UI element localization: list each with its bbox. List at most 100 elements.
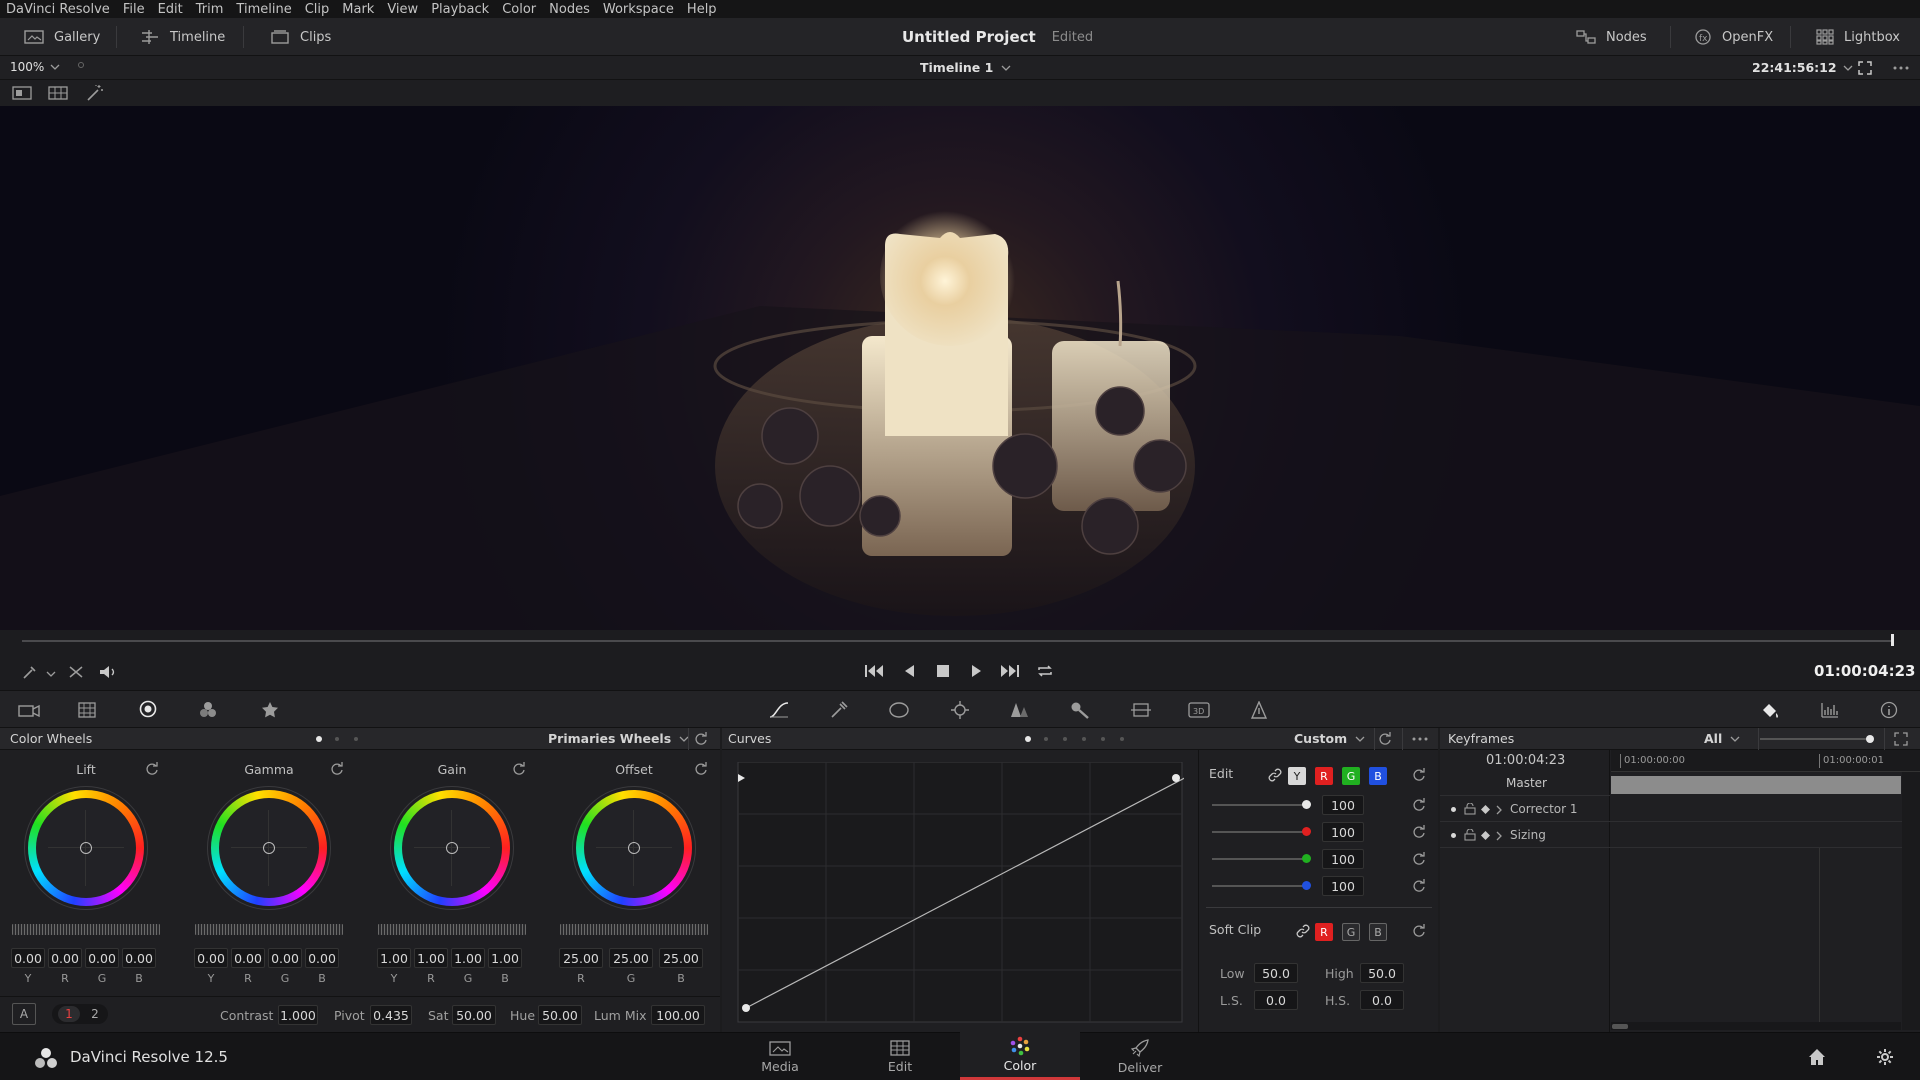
split-view-icon[interactable]	[48, 86, 68, 100]
keyframe-zoom-handle[interactable]	[1866, 735, 1874, 743]
color-wheel-gamma[interactable]	[207, 786, 331, 910]
track-enabled-dot[interactable]	[1451, 833, 1456, 838]
playhead[interactable]	[1891, 634, 1894, 646]
curve-point-white[interactable]	[1172, 774, 1180, 782]
softclip-channel-b[interactable]: B	[1369, 923, 1387, 941]
keyframe-diamond-icon[interactable]	[1481, 831, 1490, 840]
lock-icon[interactable]	[1464, 803, 1476, 815]
page-dot[interactable]	[1063, 737, 1067, 741]
blur-icon[interactable]	[1010, 701, 1030, 719]
viewer-canvas[interactable]	[0, 106, 1920, 630]
color-wheels-icon[interactable]	[139, 700, 157, 718]
hue-field[interactable]: 50.00	[538, 1005, 582, 1025]
page-color[interactable]: Color	[960, 1032, 1080, 1080]
go-to-start-icon[interactable]	[864, 663, 886, 679]
color-match-icon[interactable]	[78, 702, 96, 718]
link-icon[interactable]	[1296, 924, 1310, 938]
menu-color[interactable]: Color	[502, 2, 536, 17]
reset-all-icon[interactable]	[694, 732, 708, 746]
offset-g-field[interactable]: 25.00	[609, 948, 653, 968]
magic-wand-icon[interactable]	[86, 84, 104, 102]
fullscreen-icon[interactable]	[1858, 61, 1872, 75]
track-enabled-dot[interactable]	[1451, 807, 1456, 812]
power-window-icon[interactable]	[888, 701, 910, 719]
menu-clip[interactable]: Clip	[305, 2, 330, 17]
timeline-button[interactable]: Timeline	[140, 18, 225, 56]
speaker-icon[interactable]	[98, 664, 118, 680]
bypass-icon[interactable]	[68, 665, 84, 679]
paint-bucket-icon[interactable]	[1760, 701, 1780, 719]
gamma-r-field[interactable]: 0.00	[231, 948, 265, 968]
reset-icon[interactable]	[1412, 924, 1426, 938]
expand-icon[interactable]	[1894, 732, 1908, 746]
menu-trim[interactable]: Trim	[196, 2, 224, 17]
page-dot[interactable]	[1044, 737, 1048, 741]
link-icon[interactable]	[1268, 768, 1282, 782]
high-field[interactable]: 50.0	[1360, 963, 1404, 983]
tracker-icon[interactable]	[950, 700, 970, 720]
intensity-handle-r[interactable]	[1302, 827, 1311, 836]
master-track-bar[interactable]	[1611, 776, 1901, 794]
lift-b-field[interactable]: 0.00	[122, 948, 156, 968]
menu-mark[interactable]: Mark	[342, 2, 374, 17]
reset-icon[interactable]	[1412, 852, 1426, 866]
menu-help[interactable]: Help	[687, 2, 717, 17]
curve-point-black[interactable]	[742, 1004, 750, 1012]
offset-r-field[interactable]: 25.00	[559, 948, 603, 968]
menu-playback[interactable]: Playback	[431, 2, 489, 17]
lift-y-field[interactable]: 0.00	[11, 948, 45, 968]
reset-icon[interactable]	[1412, 768, 1426, 782]
reset-icon[interactable]	[1412, 825, 1426, 839]
gain-g-field[interactable]: 1.00	[451, 948, 485, 968]
lift-r-field[interactable]: 0.00	[48, 948, 82, 968]
single-view-icon[interactable]	[12, 86, 32, 100]
chevron-right-icon[interactable]	[1495, 805, 1503, 815]
timeline-selector[interactable]: Timeline 1	[920, 60, 1011, 75]
keyframe-diamond-icon[interactable]	[1481, 805, 1490, 814]
menu-timeline[interactable]: Timeline	[236, 2, 291, 17]
wheels-mode-dropdown[interactable]: Primaries Wheels	[548, 731, 689, 746]
pivot-field[interactable]: 0.435	[370, 1005, 412, 1025]
qualifier-icon[interactable]	[830, 701, 848, 719]
gain-y-field[interactable]: 1.00	[377, 948, 411, 968]
auto-balance-button[interactable]: A	[12, 1003, 36, 1025]
reset-icon[interactable]	[512, 762, 526, 776]
menu-nodes[interactable]: Nodes	[549, 2, 590, 17]
curves-mode-dropdown[interactable]: Custom	[1294, 731, 1365, 746]
gallery-button[interactable]: Gallery	[24, 18, 100, 56]
page-deliver[interactable]: Deliver	[1080, 1032, 1200, 1080]
eyedropper-icon[interactable]	[22, 664, 40, 680]
intensity-handle-y[interactable]	[1302, 800, 1311, 809]
page-dot[interactable]	[354, 737, 358, 741]
reset-icon[interactable]	[1412, 798, 1426, 812]
loop-icon[interactable]	[1036, 663, 1054, 679]
curves-tool-icon[interactable]	[768, 701, 790, 719]
menu-app[interactable]: DaVinci Resolve	[6, 2, 110, 17]
master-wheel-lift[interactable]	[12, 924, 160, 935]
stop-icon[interactable]	[936, 664, 950, 678]
zoom-dropdown[interactable]: 100%	[10, 60, 60, 74]
softclip-channel-r[interactable]: R	[1315, 923, 1333, 941]
sizing-icon[interactable]	[1130, 701, 1152, 719]
gamma-b-field[interactable]: 0.00	[305, 948, 339, 968]
play-icon[interactable]	[970, 664, 984, 678]
data-burn-icon[interactable]	[1250, 701, 1268, 719]
keyframes-scrollbar[interactable]	[1611, 1022, 1901, 1030]
go-to-end-icon[interactable]	[998, 663, 1020, 679]
stereo-3d-icon[interactable]: 3D	[1188, 701, 1210, 719]
page-dot[interactable]	[1101, 737, 1105, 741]
wheels-page-2-button[interactable]: 2	[84, 1006, 106, 1022]
page-dot-active[interactable]	[316, 736, 322, 742]
intensity-b-field[interactable]: 100	[1322, 876, 1364, 896]
lightbox-button[interactable]: Lightbox	[1816, 18, 1900, 56]
reset-icon[interactable]	[330, 762, 344, 776]
reset-all-icon[interactable]	[1378, 732, 1392, 746]
rgb-mixer-icon[interactable]	[199, 701, 217, 719]
menu-view[interactable]: View	[387, 2, 418, 17]
hs-field[interactable]: 0.0	[1360, 990, 1404, 1010]
color-wheel-gain[interactable]	[390, 786, 514, 910]
gain-b-field[interactable]: 1.00	[488, 948, 522, 968]
key-icon[interactable]	[1070, 701, 1090, 719]
sat-field[interactable]: 50.00	[452, 1005, 496, 1025]
lift-g-field[interactable]: 0.00	[85, 948, 119, 968]
